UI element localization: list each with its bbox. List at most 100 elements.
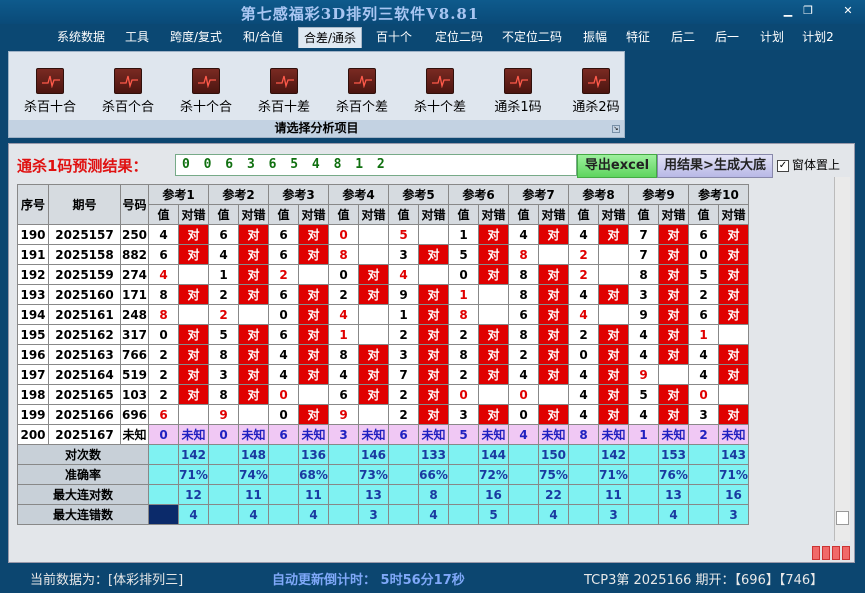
menu-item[interactable]: 和/合值 (236, 27, 290, 48)
correct-mark-cell: 对 (238, 244, 269, 265)
correct-mark-cell: 对 (658, 264, 689, 285)
stat-spacer (568, 444, 599, 465)
correct-mark-cell: 对 (178, 284, 209, 305)
empty-mark-cell (178, 264, 209, 285)
stat-value: 72% (478, 464, 509, 485)
stat-spacer (268, 504, 299, 525)
menu-item[interactable]: 振幅 (578, 27, 612, 48)
value-cell: 3 (628, 284, 659, 305)
menu-item[interactable]: 计划2 (798, 27, 838, 48)
stat-spacer (628, 484, 659, 505)
ribbon-expand-icon[interactable]: ↘ (612, 125, 620, 133)
value-cell: 6 (208, 224, 239, 245)
stat-spacer (688, 504, 719, 525)
stat-spacer (688, 464, 719, 485)
stat-value: 71% (598, 464, 629, 485)
stat-row: 最大连对数 12 11 11 13 8 16 22 11 13 16 (17, 484, 749, 505)
number-cell: 250 (120, 224, 149, 245)
table-row[interactable]: 190 2025157 250 4 对 6 对 6 对 0 5 1 对 4 对 4 对 7 对 6 对 (17, 224, 749, 245)
correct-mark-cell: 对 (298, 324, 329, 345)
prediction-result-field[interactable]: 0 0 6 3 6 5 4 8 1 2 (175, 154, 577, 176)
value-cell: 1 (628, 424, 659, 445)
correct-mark-cell: 对 (598, 224, 629, 245)
correct-mark-cell: 对 (298, 364, 329, 385)
table-row[interactable]: 198 2025165 103 2 对 8 对 0 6 对 2 对 0 0 4 对 5 对 0 (17, 384, 749, 405)
window-topmost-toggle[interactable]: ✓ 窗体置上 (777, 156, 840, 173)
table-row[interactable]: 192 2025159 274 4 1 对 2 0 对 4 0 对 8 对 2 8 对 5 对 (17, 264, 749, 285)
seq-cell: 198 (17, 384, 49, 405)
stat-spacer (628, 444, 659, 465)
stat-spacer (568, 504, 599, 525)
correct-mark-cell: 对 (658, 324, 689, 345)
ribbon-button[interactable]: 杀百个合 (93, 66, 163, 115)
correct-mark-cell: 对 (178, 384, 209, 405)
minimize-icon[interactable]: ▁ (778, 4, 798, 18)
stat-value: 133 (418, 444, 449, 465)
table-row[interactable]: 196 2025163 766 2 对 8 对 4 对 8 对 3 对 8 对 2 对 0 对 4 对 4 对 (17, 344, 749, 365)
table-row[interactable]: 191 2025158 882 6 对 4 对 6 对 8 3 对 5 对 8 2 7 对 0 对 (17, 244, 749, 265)
stat-row: 对次数 142 148 136 146 133 144 150 142 153 143 (17, 444, 749, 465)
value-cell: 8 (568, 424, 599, 445)
stat-value: 142 (598, 444, 629, 465)
correct-mark-cell: 对 (238, 264, 269, 285)
stat-value: 144 (478, 444, 509, 465)
ribbon-button[interactable]: 杀十个合 (171, 66, 241, 115)
period-cell: 2025161 (48, 304, 121, 325)
value-cell: 0 (508, 404, 539, 425)
menu-item[interactable]: 跨度/复式 (165, 27, 227, 48)
value-cell: 8 (508, 244, 539, 265)
ribbon-button[interactable]: 通杀2码 (561, 66, 631, 115)
pending-row[interactable]: 200 2025167 未知 0 未知 0 未知 6 未知 3 未知 6 未知 5 未知 4 未知 8 未知 1 未知 2… (17, 424, 749, 445)
checkbox-icon[interactable]: ✓ (777, 159, 789, 172)
value-cell: 8 (628, 264, 659, 285)
menu-item[interactable]: 计划 (755, 27, 789, 48)
value-cell: 6 (388, 424, 419, 445)
value-cell: 6 (268, 424, 299, 445)
menu-item[interactable]: 定位二码 (430, 27, 488, 48)
table-row[interactable]: 195 2025162 317 0 对 5 对 6 对 1 2 对 2 对 8 对 2 对 4 对 1 (17, 324, 749, 345)
menu-item[interactable]: 系统数据 (52, 27, 110, 48)
correct-mark-cell: 对 (538, 364, 569, 385)
menu-item[interactable]: 后一 (710, 27, 744, 48)
menu-item[interactable]: 特征 (621, 27, 655, 48)
menu-item[interactable]: 百十个 (374, 27, 414, 48)
countdown-label: 自动更新倒计时： 5时56分17秒 (272, 573, 465, 588)
ribbon-button[interactable]: 杀十个差 (405, 66, 475, 115)
menu-item[interactable]: 不定位二码 (496, 27, 568, 48)
empty-mark-cell (358, 404, 389, 425)
correct-mark-cell: 对 (478, 324, 509, 345)
table-row[interactable]: 199 2025166 696 6 9 0 对 9 2 对 3 对 0 对 4 对 4 对 3 对 (17, 404, 749, 425)
export-excel-button[interactable]: 导出excel (577, 154, 657, 178)
menu-item[interactable]: 后二 (666, 27, 700, 48)
ribbon-button[interactable]: 杀百个差 (327, 66, 397, 115)
table-row[interactable]: 197 2025164 519 2 对 3 对 4 对 4 对 7 对 2 对 4 对 4 对 9 4 对 (17, 364, 749, 385)
scroll-thumb[interactable] (836, 511, 849, 525)
ribbon-button-label: 杀十个合 (179, 100, 232, 115)
vertical-scrollbar[interactable] (834, 177, 850, 541)
value-cell: 2 (208, 304, 239, 325)
stat-label: 对次数 (17, 444, 149, 465)
number-cell: 103 (120, 384, 149, 405)
ribbon-button[interactable]: 杀百十差 (249, 66, 319, 115)
correct-mark-cell: 对 (298, 244, 329, 265)
menu-item[interactable]: 工具 (120, 27, 154, 48)
table-row[interactable]: 194 2025161 248 8 2 0 对 4 1 对 8 6 对 4 9 对 6 对 (17, 304, 749, 325)
table-row[interactable]: 193 2025160 171 8 对 2 对 6 对 2 对 9 对 1 8 对 4 对 3 对 2 对 (17, 284, 749, 305)
stat-label: 最大连对数 (17, 484, 149, 505)
close-icon[interactable]: ✕ (838, 4, 858, 18)
period-cell: 2025160 (48, 284, 121, 305)
seq-cell: 193 (17, 284, 49, 305)
ribbon-button[interactable]: 通杀1码 (483, 66, 553, 115)
header-value: 值 (388, 204, 419, 225)
seq-cell: 199 (17, 404, 49, 425)
maximize-icon[interactable]: ❐ (798, 4, 818, 18)
stat-value: 4 (658, 504, 689, 525)
generate-base-button[interactable]: 用结果>生成大底 (657, 154, 773, 178)
value-cell: 4 (628, 404, 659, 425)
ribbon-button[interactable]: 杀百十合 (15, 66, 85, 115)
stat-spacer (388, 484, 419, 505)
stat-spacer (268, 484, 299, 505)
menu-item[interactable]: 合差/通杀 (298, 27, 362, 48)
value-cell: 2 (688, 424, 719, 445)
correct-mark-cell: 对 (238, 284, 269, 305)
